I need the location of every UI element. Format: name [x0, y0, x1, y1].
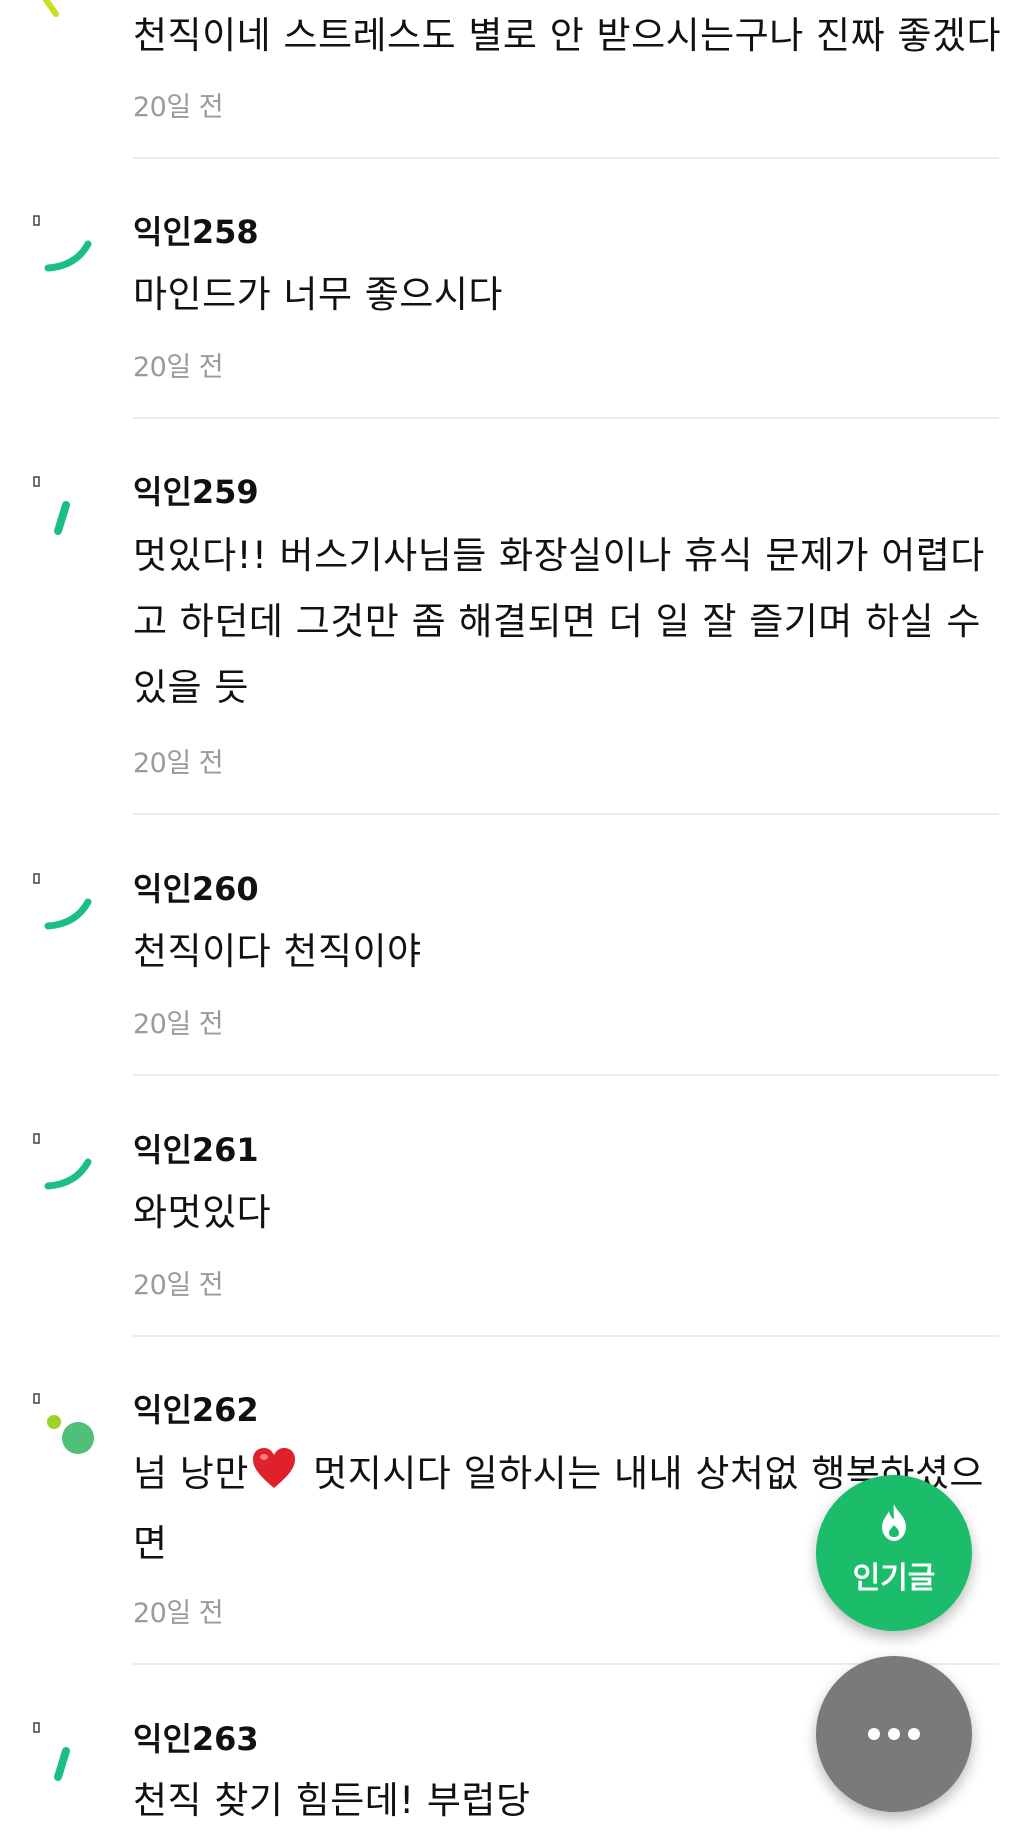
popular-posts-button[interactable]: 인기글 [816, 1475, 972, 1631]
avatar-shape-icon [33, 873, 92, 930]
flame-icon [872, 1501, 916, 1549]
divider [133, 157, 999, 159]
divider [133, 417, 999, 419]
avatar[interactable] [28, 212, 98, 282]
divider [133, 1335, 999, 1337]
comment-time: 20일 전 [133, 92, 224, 123]
avatar[interactable] [28, 870, 98, 940]
comment-content: 멋있다!! 버스기사님들 화장실이나 휴식 문제가 어렵다고 하던데 그것만 좀… [133, 534, 985, 709]
comment-author[interactable]: 익인259 [133, 472, 259, 512]
comment-content: 천직이다 천직이야 [133, 930, 422, 973]
comment-content: 천직이네 스트레스도 별로 안 받으시는구나 진짜 좋겠다 [133, 14, 1001, 57]
avatar[interactable] [28, 0, 98, 50]
comment-author[interactable]: 익인260 [133, 869, 259, 909]
comment-content: 와멋있다 [133, 1191, 272, 1234]
divider [133, 813, 999, 815]
comment-content: 마인드가 너무 좋으시다 [133, 273, 503, 316]
avatar[interactable] [28, 473, 98, 543]
comment-author[interactable]: 익인263 [133, 1719, 259, 1759]
comment-time: 20일 전 [133, 352, 224, 383]
comment-time: 20일 전 [133, 748, 224, 779]
avatar-shape-icon [33, 1133, 92, 1190]
comment-time: 20일 전 [133, 1598, 224, 1629]
popular-posts-label: 인기글 [852, 1561, 936, 1596]
comment-author[interactable]: 익인258 [133, 212, 259, 252]
avatar[interactable] [28, 1130, 98, 1200]
more-dots-icon [866, 1722, 922, 1750]
comment-time: 20일 전 [133, 1270, 224, 1301]
comment-author[interactable]: 익인261 [133, 1130, 259, 1170]
avatar[interactable] [28, 1390, 98, 1460]
more-options-button[interactable] [816, 1656, 972, 1812]
avatar-shape-icon [42, 0, 59, 17]
comment-time: 20일 전 [133, 1009, 224, 1040]
comment-content-text: 넘 낭만 [133, 1452, 249, 1495]
divider [133, 1074, 999, 1076]
avatar-shape-icon [33, 1393, 94, 1454]
avatar-shape-icon [33, 476, 70, 535]
comment-author[interactable]: 익인262 [133, 1390, 259, 1430]
avatar[interactable] [28, 1719, 98, 1789]
avatar-shape-icon [33, 215, 92, 272]
heart-emoji-icon [251, 1445, 297, 1511]
avatar-shape-icon [33, 1722, 70, 1781]
